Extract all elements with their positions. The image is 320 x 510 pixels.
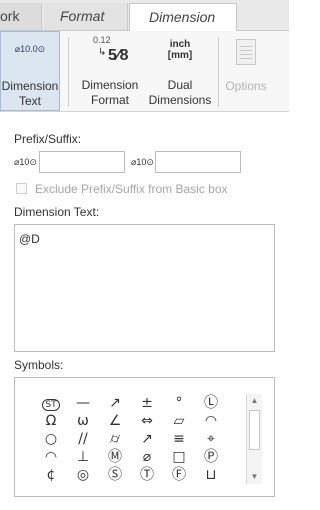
prefix-suffix-label: Prefix/Suffix: xyxy=(14,132,82,146)
scroll-up-arrow-icon[interactable]: ▲ xyxy=(247,394,262,408)
dimension-text-button[interactable]: ⌀10.0⊙ Dimension Text xyxy=(0,31,60,111)
symbol-concentricity[interactable]: ◎ xyxy=(69,466,97,484)
symbol-omega[interactable]: ω xyxy=(69,412,97,430)
symbol-projected-tolerance[interactable]: Ⓟ xyxy=(197,448,225,466)
symbol-position[interactable]: ⌖ xyxy=(197,430,225,448)
dimension-text-label-2: Text xyxy=(18,94,41,108)
symbol-centerline[interactable]: ¢ xyxy=(37,466,65,484)
symbol-cylindricity[interactable]: ⌭ xyxy=(101,430,129,448)
symbol-degree[interactable]: ° xyxy=(165,394,193,412)
scroll-thumb[interactable] xyxy=(249,410,260,450)
dimension-format-button[interactable]: 0.12 ↳ 5⁄8 Dimension Format xyxy=(76,31,144,111)
symbol-flatness[interactable]: ▱ xyxy=(165,412,193,430)
symbol-ohm[interactable]: Ω xyxy=(37,412,65,430)
dimension-format-label-1: Dimension xyxy=(81,78,139,92)
prefix-input[interactable] xyxy=(39,151,125,173)
dual-dimensions-label-1: Dual xyxy=(167,78,193,92)
symbol-straightness[interactable]: — xyxy=(69,394,97,412)
dimension-format-icon: 0.12 ↳ 5⁄8 xyxy=(93,35,129,64)
symbol-mmc[interactable]: Ⓜ xyxy=(101,448,129,466)
suffix-symbol-icon: ⌀10⊙ xyxy=(131,157,154,167)
symbol-symmetry[interactable]: ≡ xyxy=(165,430,193,448)
exclude-prefix-suffix-label: Exclude Prefix/Suffix from Basic box xyxy=(35,182,228,196)
symbol-square[interactable]: □ xyxy=(165,448,193,466)
prefix-symbol-icon: ⌀10⊙ xyxy=(14,157,37,167)
symbol-tangent-plane[interactable]: Ⓣ xyxy=(133,466,161,484)
options-label: Options xyxy=(225,79,267,93)
symbol-statistical[interactable]: ST xyxy=(37,394,65,412)
ribbon-tab-bar: ork Format Dimension xyxy=(0,0,289,31)
ribbon-panel: ⌀10.0⊙ Dimension Text 0.12 ↳ 5⁄8 Dimensi… xyxy=(0,31,289,112)
scroll-down-arrow-icon[interactable]: ▼ xyxy=(247,470,262,484)
symbol-rfs[interactable]: Ⓢ xyxy=(101,466,129,484)
symbol-plus-minus[interactable]: ± xyxy=(133,394,161,412)
tab-format[interactable]: Format xyxy=(44,3,128,30)
symbols-scrollbar[interactable]: ▲ ▼ xyxy=(246,394,262,484)
symbols-label: Symbols: xyxy=(14,358,64,372)
symbol-profile-surface[interactable]: ◠ xyxy=(197,412,225,430)
dimension-text-area[interactable]: @D xyxy=(14,224,275,352)
options-document-icon xyxy=(236,39,256,65)
symbol-total-runout[interactable]: ↗ xyxy=(101,394,129,412)
dimension-text-label: Dimension Text: xyxy=(14,205,100,219)
symbols-palette: ST — ↗ ± ° Ⓛ Ω ω ∠ ⇔ ▱ ◠ ○ // ⌭ ↗ ≡ ⌖ ◠ … xyxy=(14,377,275,497)
suffix-input[interactable] xyxy=(155,151,241,173)
ribbon-separator xyxy=(68,37,69,107)
tab-work[interactable]: ork xyxy=(0,3,42,30)
symbol-circular-runout[interactable]: ↗ xyxy=(133,430,161,448)
options-button[interactable]: Options xyxy=(220,31,272,111)
symbol-lmc[interactable]: Ⓛ xyxy=(197,394,225,412)
symbol-diameter[interactable]: ⌀ xyxy=(133,448,161,466)
symbol-perpendicularity[interactable]: ⊥ xyxy=(69,448,97,466)
symbol-free-state[interactable]: Ⓕ xyxy=(165,466,193,484)
symbol-profile-line[interactable]: ◠ xyxy=(37,448,65,466)
ribbon-separator xyxy=(218,37,219,107)
dual-dimensions-label-2: Dimensions xyxy=(148,93,212,107)
dimension-text-icon: ⌀10.0⊙ xyxy=(14,44,46,54)
symbol-angularity[interactable]: ∠ xyxy=(101,412,129,430)
dual-dimensions-button[interactable]: inch [mm] Dual Dimensions xyxy=(146,31,214,111)
tab-dimension[interactable]: Dimension xyxy=(129,3,237,31)
dual-dimensions-icon: inch [mm] xyxy=(167,39,193,61)
dimension-text-label-1: Dimension xyxy=(1,79,59,93)
symbol-counterbore[interactable]: ⊔ xyxy=(197,466,225,484)
symbol-between[interactable]: ⇔ xyxy=(133,412,161,430)
exclude-prefix-suffix-checkbox[interactable] xyxy=(16,183,27,194)
symbol-circularity[interactable]: ○ xyxy=(37,430,65,448)
symbol-parallelism[interactable]: // xyxy=(69,430,97,448)
dimension-format-label-2: Format xyxy=(90,93,129,107)
